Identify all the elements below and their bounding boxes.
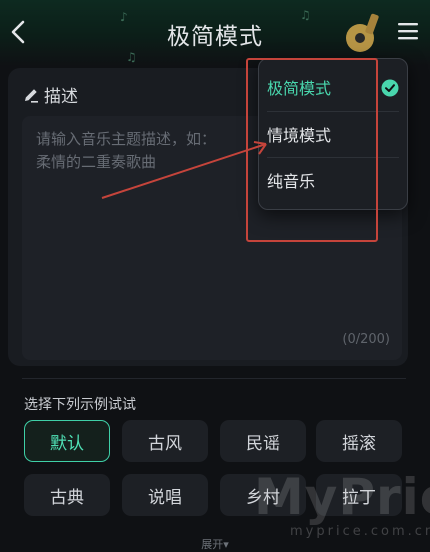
description-label: 描述: [44, 87, 78, 107]
annotation-arrow-icon: [101, 141, 267, 199]
watermark-url: myprice.com.cn: [290, 524, 430, 539]
pencil-icon: [25, 89, 38, 103]
menu-icon[interactable]: [396, 20, 420, 42]
character-counter: (0/200): [342, 332, 390, 347]
example-chip-rock[interactable]: 摇滚: [316, 420, 402, 462]
examples-label: 选择下列示例试试: [24, 397, 136, 413]
example-chip-rap[interactable]: 说唱: [122, 474, 208, 516]
music-note-icon: ♫: [126, 50, 137, 64]
check-circle-icon: [381, 79, 399, 97]
page-title: 极简模式: [167, 24, 263, 50]
example-chip-classical[interactable]: 古典: [24, 474, 110, 516]
divider: [22, 378, 406, 379]
watermark-logo: MyPrice: [254, 468, 430, 526]
example-chip-gufeng[interactable]: 古风: [122, 420, 208, 462]
example-chip-folk[interactable]: 民谣: [220, 420, 306, 462]
example-chip-default[interactable]: 默认: [24, 420, 110, 462]
